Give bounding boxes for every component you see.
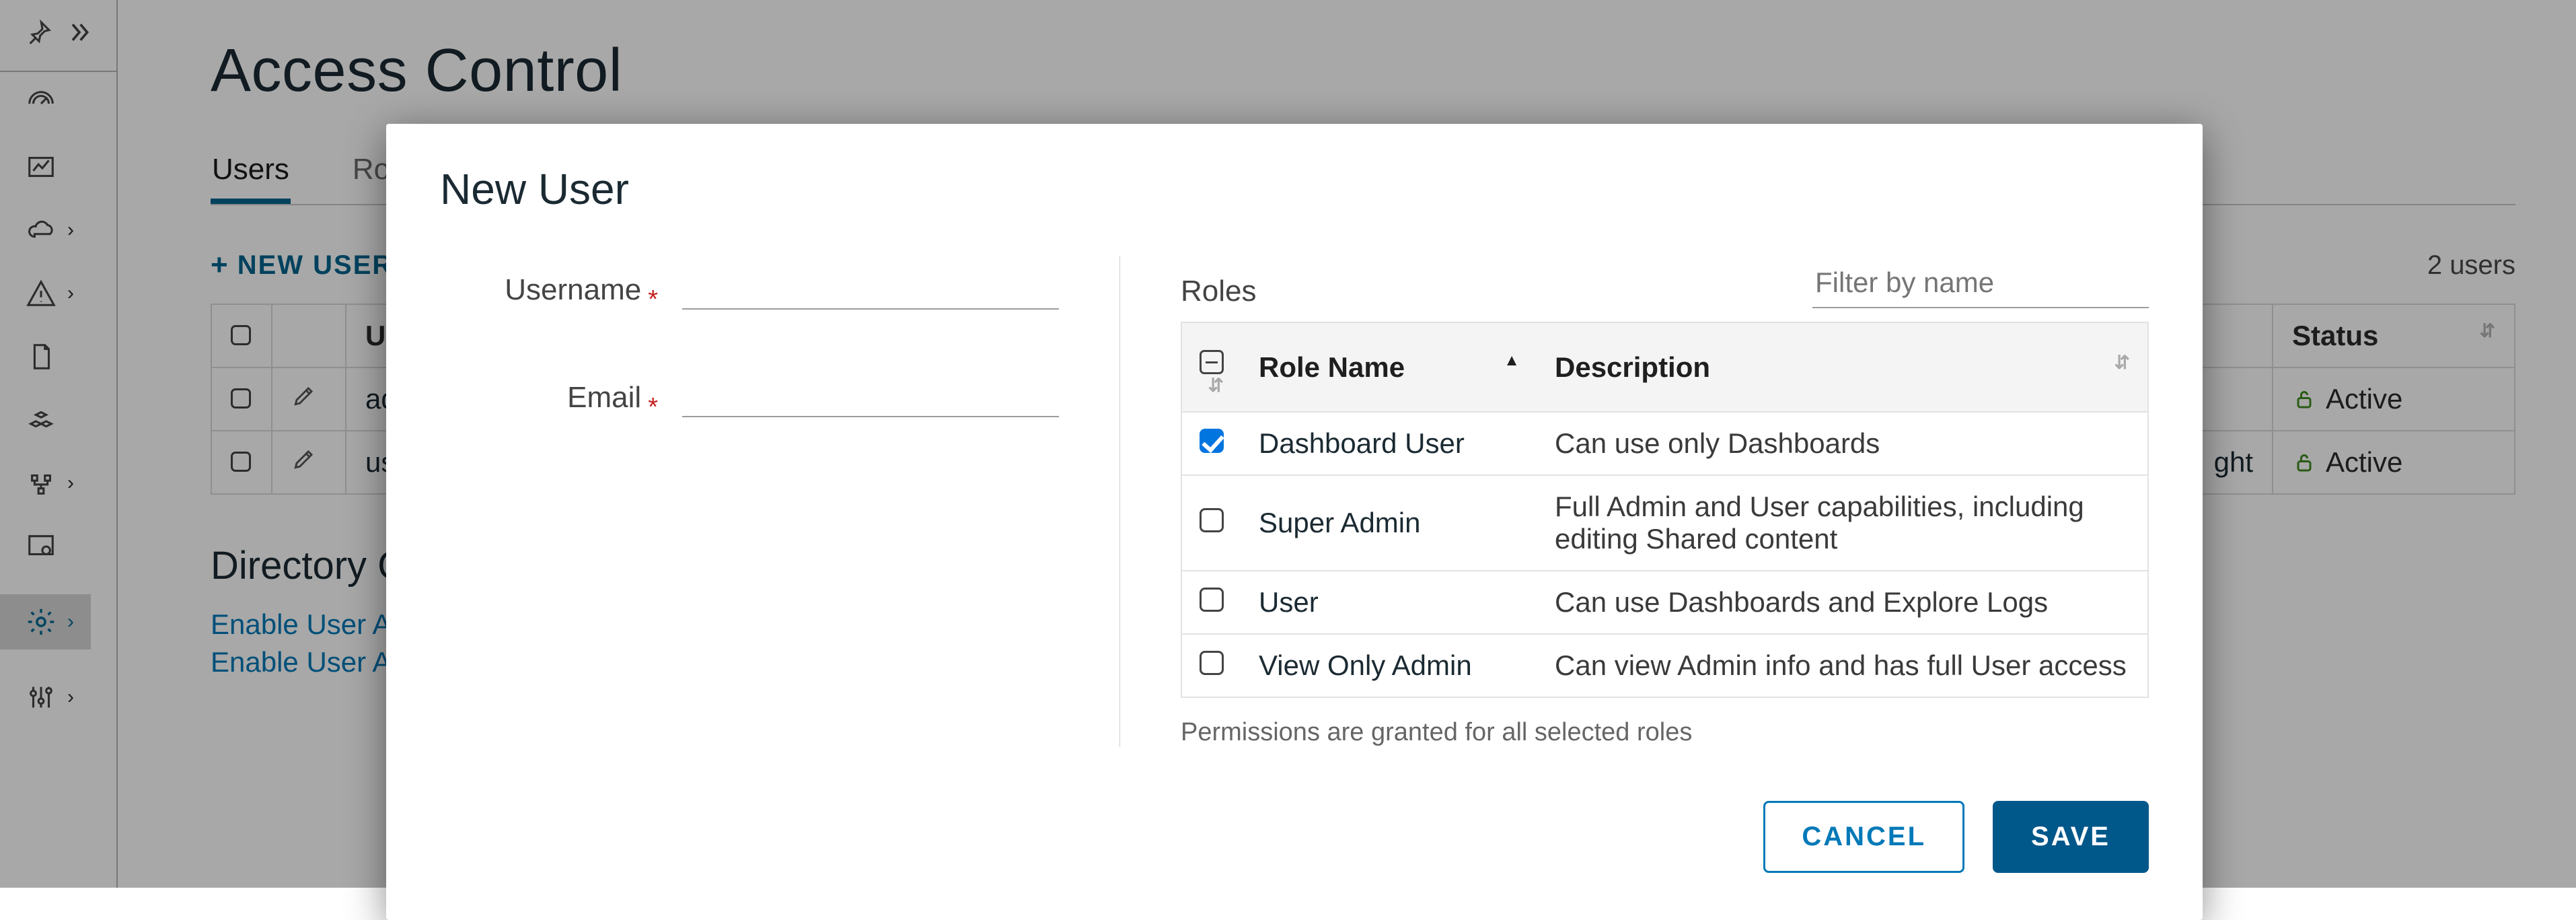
role-row[interactable]: User Can use Dashboards and Explore Logs	[1181, 571, 2148, 634]
role-checkbox[interactable]	[1200, 651, 1224, 675]
nav-item-tuning[interactable]: ›	[26, 682, 74, 713]
username-field-row: Username*	[440, 261, 1059, 310]
roles-table: ⇵ Role Name▲ Description⇵ Dashboard User…	[1181, 322, 2149, 698]
nav-item-packages[interactable]	[26, 404, 57, 435]
role-description: Can view Admin info and has full User ac…	[1537, 634, 2148, 697]
email-input[interactable]	[682, 369, 1059, 417]
col-role-description[interactable]: Description⇵	[1537, 322, 2148, 412]
cancel-button[interactable]: CANCEL	[1763, 801, 1964, 873]
save-button[interactable]: SAVE	[1993, 801, 2149, 873]
roles-section-label: Roles	[1181, 275, 1257, 308]
edit-icon[interactable]	[291, 383, 317, 415]
status-badge: Active	[2292, 383, 2495, 415]
roles-filter-input[interactable]	[1812, 261, 2149, 308]
permissions-footnote: Permissions are granted for all selected…	[1181, 718, 2149, 747]
status-badge: Active	[2292, 446, 2495, 479]
username-label: Username*	[483, 273, 658, 310]
new-user-label: NEW USER	[237, 250, 394, 281]
role-checkbox[interactable]	[1200, 429, 1224, 453]
tab-users[interactable]: Users	[211, 153, 291, 204]
row-checkbox[interactable]	[231, 388, 251, 409]
email-field-row: Email*	[440, 369, 1059, 417]
vertical-divider	[1119, 256, 1120, 747]
col-role-name[interactable]: Role Name▲	[1241, 322, 1537, 412]
new-user-dialog: New User Username* Email* Roles ⇵	[386, 124, 2203, 920]
role-name: Dashboard User	[1241, 412, 1537, 475]
username-input[interactable]	[682, 261, 1059, 310]
user-count: 2 users	[2427, 250, 2515, 281]
nav-item-document[interactable]	[26, 341, 57, 372]
dialog-title: New User	[440, 164, 2149, 214]
rail-toggle[interactable]	[0, 19, 116, 72]
role-row[interactable]: Super Admin Full Admin and User capabili…	[1181, 475, 2148, 571]
role-row[interactable]: Dashboard User Can use only Dashboards	[1181, 412, 2148, 475]
select-all-checkbox[interactable]	[231, 325, 251, 345]
plus-icon: +	[211, 248, 229, 282]
pin-icon	[26, 19, 52, 49]
role-description: Can use Dashboards and Explore Logs	[1537, 571, 2148, 634]
new-user-button[interactable]: + NEW USER	[211, 248, 393, 282]
edit-icon[interactable]	[291, 446, 317, 478]
role-row[interactable]: View Only Admin Can view Admin info and …	[1181, 634, 2148, 697]
role-description: Full Admin and User capabilities, includ…	[1537, 475, 2148, 571]
roles-select-all-checkbox[interactable]	[1200, 350, 1224, 374]
page-title: Access Control	[211, 36, 2515, 106]
nav-item-settings[interactable]: ›	[0, 594, 91, 649]
nav-item-dashboard[interactable]	[26, 88, 57, 119]
role-checkbox[interactable]	[1200, 588, 1224, 612]
row-checkbox[interactable]	[231, 452, 251, 472]
col-status[interactable]: Status⇵	[2273, 304, 2515, 367]
nav-item-alert[interactable]: ›	[26, 278, 74, 309]
email-label: Email*	[483, 381, 658, 417]
role-description: Can use only Dashboards	[1537, 412, 2148, 475]
role-name: User	[1241, 571, 1537, 634]
role-checkbox[interactable]	[1200, 508, 1224, 532]
nav-item-cloud[interactable]: ›	[26, 215, 74, 246]
nav-rail: › › › › ›	[0, 0, 118, 888]
role-name: View Only Admin	[1241, 634, 1537, 697]
nav-item-config[interactable]	[26, 531, 57, 562]
role-name: Super Admin	[1241, 475, 1537, 571]
chevrons-right-icon	[66, 19, 93, 49]
nav-item-analytics[interactable]	[26, 151, 57, 182]
nav-item-network[interactable]: ›	[26, 468, 74, 499]
